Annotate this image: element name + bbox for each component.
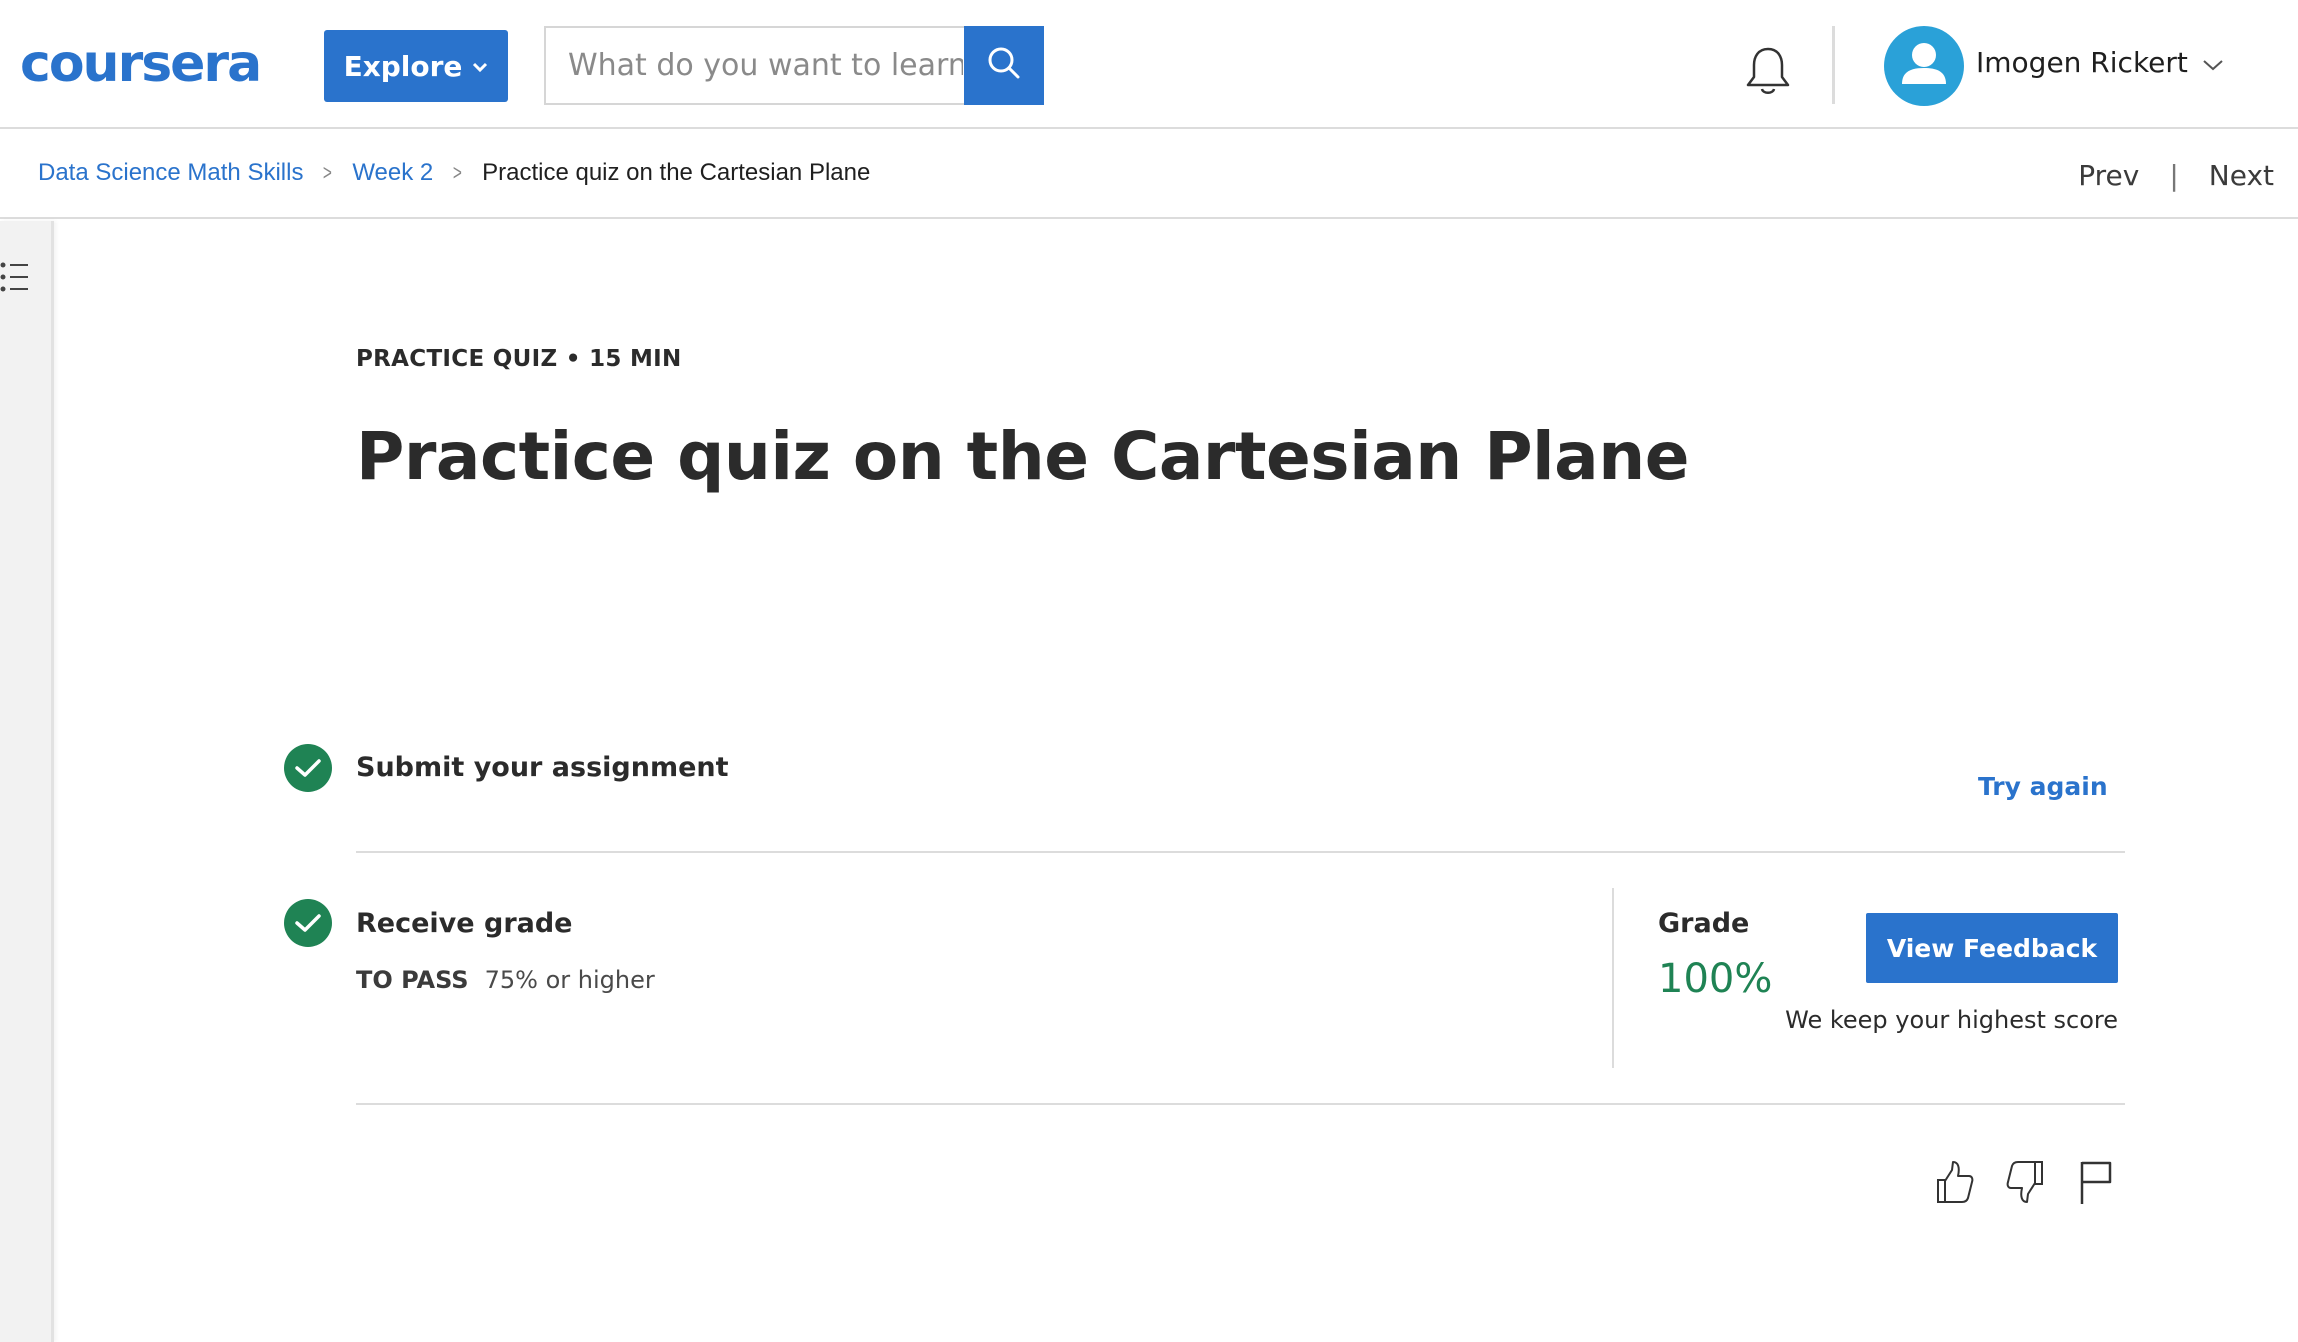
breadcrumb-bar: Data Science Math Skills > Week 2 > Prac… <box>0 131 2298 219</box>
breadcrumb-current: Practice quiz on the Cartesian Plane <box>482 159 871 186</box>
coursera-logo[interactable]: coursera <box>20 36 262 92</box>
user-name: Imogen Rickert <box>1976 46 2188 79</box>
prev-button[interactable]: Prev <box>2078 159 2139 192</box>
chevron-down-icon <box>472 54 488 78</box>
to-pass-value: 75% or higher <box>484 966 655 994</box>
next-button[interactable]: Next <box>2209 159 2274 192</box>
top-navigation-bar: coursera Explore What do you want to lea… <box>0 0 2298 129</box>
receive-grade-label: Receive grade <box>356 908 573 939</box>
highest-score-note: We keep your highest score <box>1785 1006 2118 1034</box>
section-divider <box>356 1103 2125 1105</box>
try-again-link[interactable]: Try again <box>1978 772 2108 801</box>
pager: Prev | Next <box>2078 159 2274 192</box>
search-field-container <box>544 26 965 105</box>
check-circle-icon <box>284 899 332 947</box>
user-avatar-icon <box>1884 26 1964 106</box>
explore-label: Explore <box>343 49 463 83</box>
view-feedback-button[interactable]: View Feedback <box>1866 913 2118 983</box>
breadcrumb: Data Science Math Skills > Week 2 > Prac… <box>38 159 870 187</box>
bell-icon <box>1740 47 1796 102</box>
section-divider <box>356 851 2125 853</box>
page-title: Practice quiz on the Cartesian Plane <box>356 418 1689 495</box>
header-divider <box>1832 26 1835 104</box>
thumbs-down-icon[interactable] <box>2004 1158 2048 1206</box>
pass-requirement: TO PASS 75% or higher <box>356 966 655 994</box>
check-circle-icon <box>284 744 332 792</box>
search-input[interactable] <box>566 47 965 84</box>
chevron-right-icon: > <box>453 160 463 185</box>
thumbs-up-icon[interactable] <box>1932 1158 1976 1206</box>
chevron-right-icon: > <box>323 160 333 185</box>
pager-divider: | <box>2169 159 2179 192</box>
user-avatar[interactable] <box>1884 26 1964 106</box>
flag-icon[interactable] <box>2076 1158 2120 1206</box>
search-button[interactable] <box>964 26 1044 105</box>
submit-step-label: Submit your assignment <box>356 752 729 783</box>
quiz-kicker: PRACTICE QUIZ • 15 MIN <box>356 346 682 372</box>
grade-divider <box>1612 888 1614 1068</box>
list-menu-icon[interactable] <box>0 259 30 300</box>
explore-button[interactable]: Explore <box>324 30 508 102</box>
breadcrumb-course-link[interactable]: Data Science Math Skills <box>38 159 303 187</box>
course-outline-rail <box>0 221 54 1342</box>
breadcrumb-week-link[interactable]: Week 2 <box>352 159 433 187</box>
to-pass-key: TO PASS <box>356 966 469 994</box>
chevron-down-icon <box>2202 46 2224 79</box>
search-icon <box>986 45 1022 86</box>
grade-label: Grade <box>1658 908 1750 939</box>
content-feedback-actions <box>1932 1158 2120 1206</box>
notifications-button[interactable] <box>1740 42 1796 98</box>
grade-value: 100% <box>1658 956 1773 1002</box>
user-menu-button[interactable]: Imogen Rickert <box>1976 46 2224 79</box>
